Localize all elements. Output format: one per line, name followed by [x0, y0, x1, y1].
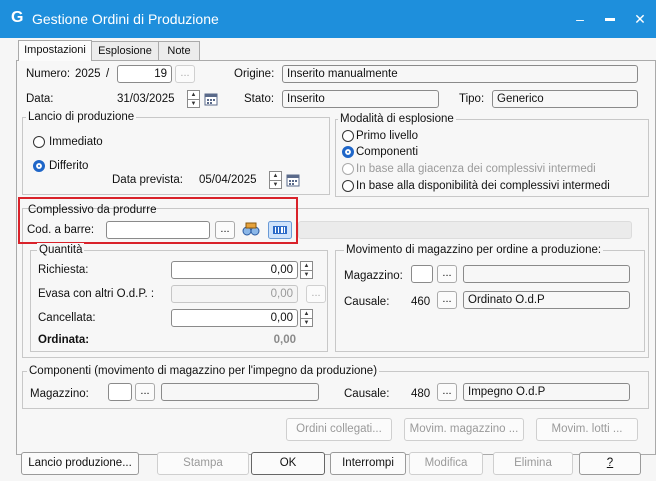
lancio-group-title: Lancio di produzione [26, 110, 137, 124]
tipo-field: Generico [492, 90, 638, 108]
richiesta-input[interactable]: 0,00 [171, 261, 298, 279]
radio-immediato[interactable] [33, 136, 45, 148]
origine-field: Inserito manualmente [282, 65, 638, 83]
radio-componenti-label[interactable]: Componenti [356, 144, 418, 160]
ordinata-value: 0,00 [273, 334, 296, 346]
componenti-causale-code[interactable]: 480 [411, 386, 430, 402]
tipo-label: Tipo: [459, 93, 485, 105]
radio-disponibilita-label[interactable]: In base alla disponibilità dei complessi… [356, 178, 610, 194]
numero-field[interactable]: 19 [117, 65, 172, 83]
data-prevista-spinner[interactable]: ▲ ▼ [269, 171, 282, 189]
movimento-magazzino-desc [463, 265, 630, 283]
data-prevista-label: Data prevista: [112, 174, 183, 186]
componenti-magazzino-lookup-button[interactable]: ... [135, 383, 155, 401]
data-label: Data: [26, 93, 54, 105]
minimize-button[interactable]: – [568, 7, 592, 31]
stato-label: Stato: [244, 93, 275, 105]
movimento-causale-desc: Ordinato O.d.P [463, 291, 630, 309]
movimento-causale-label: Causale: [344, 296, 390, 308]
search-binoculars-icon[interactable] [242, 220, 260, 238]
radio-differito[interactable] [33, 160, 45, 172]
movimento-causale-code[interactable]: 460 [411, 294, 430, 310]
calendar-icon[interactable] [204, 92, 218, 106]
movim-magazzino-button[interactable]: Movim. magazzino ... [404, 418, 524, 441]
radio-componenti[interactable] [342, 146, 354, 158]
numero-label: Numero: [26, 68, 71, 80]
close-button[interactable]: ✕ [628, 7, 652, 31]
componenti-magazzino-code[interactable] [108, 383, 132, 401]
tab-note[interactable]: Note [158, 41, 200, 61]
tab-impostazioni[interactable]: Impostazioni [18, 40, 92, 61]
evasa-field: 0,00 [171, 285, 298, 303]
lancio-produzione-button[interactable]: Lancio produzione... [21, 452, 139, 475]
movimento-magazzino-label: Magazzino: [344, 270, 403, 282]
origine-label: Origine: [234, 68, 275, 80]
main-window: G Gestione Ordini di Produzione – ▬ ✕ Im… [0, 0, 656, 481]
richiesta-spinner[interactable]: ▲ ▼ [300, 261, 313, 279]
data-spinner[interactable]: ▲ ▼ [187, 90, 200, 108]
movimento-group-title: Movimento di magazzino per ordine a prod… [344, 243, 604, 257]
movimento-causale-lookup-button[interactable]: ... [437, 291, 457, 309]
componenti-magazzino-desc [161, 383, 319, 401]
title-bar[interactable]: G Gestione Ordini di Produzione – ▬ ✕ [0, 0, 656, 38]
ordinata-label: Ordinata: [38, 334, 90, 346]
componenti-causale-label: Causale: [344, 388, 390, 400]
cancellata-label: Cancellata: [38, 312, 96, 324]
componenti-causale-desc: Impegno O.d.P [463, 383, 630, 401]
radio-primo-livello[interactable] [342, 130, 354, 142]
ordini-collegati-button[interactable]: Ordini collegati... [286, 418, 392, 441]
cancellata-input[interactable]: 0,00 [171, 309, 298, 327]
evasa-lookup-button[interactable]: ... [306, 285, 326, 303]
esplosione-group-title: Modalità di esplosione [338, 112, 456, 126]
modifica-button[interactable]: Modifica [409, 452, 483, 475]
radio-immediato-label[interactable]: Immediato [49, 134, 103, 150]
barcode-icon[interactable] [268, 221, 292, 239]
cancellata-spinner[interactable]: ▲ ▼ [300, 309, 313, 327]
movim-lotti-button[interactable]: Movim. lotti ... [536, 418, 638, 441]
window-title: Gestione Ordini di Produzione [32, 11, 219, 27]
componenti-group-title: Componenti (movimento di magazzino per l… [27, 364, 380, 378]
cod-barre-lookup-button[interactable]: ... [215, 221, 235, 239]
radio-giacenza[interactable] [342, 163, 354, 175]
numero-lookup-button[interactable]: ... [175, 65, 195, 83]
ok-button[interactable]: OK [251, 452, 325, 475]
numero-separator: / [106, 68, 110, 80]
evasa-label: Evasa con altri O.d.P. : [38, 288, 155, 300]
help-button[interactable]: ? [579, 452, 641, 475]
cod-barre-label: Cod. a barre: [27, 224, 95, 236]
numero-year: 2025 [75, 68, 101, 80]
componenti-magazzino-label: Magazzino: [30, 388, 89, 400]
complessivo-group-title: Complessivo da produrre [28, 204, 157, 216]
elimina-button[interactable]: Elimina [493, 452, 573, 475]
quantita-group-title: Quantità [37, 243, 85, 257]
maximize-button[interactable]: ▬ [598, 7, 622, 31]
data-value[interactable]: 31/03/2025 [117, 91, 175, 107]
movimento-magazzino-lookup-button[interactable]: ... [437, 265, 457, 283]
radio-giacenza-label[interactable]: In base alla giacenza dei complessivi in… [356, 161, 596, 177]
radio-differito-label[interactable]: Differito [49, 158, 88, 174]
radio-primo-livello-label[interactable]: Primo livello [356, 128, 418, 144]
stato-field: Inserito [282, 90, 439, 108]
complessivo-description [298, 221, 632, 239]
app-logo-icon: G [11, 9, 24, 26]
componenti-causale-lookup-button[interactable]: ... [437, 383, 457, 401]
tab-esplosione[interactable]: Esplosione [91, 41, 159, 61]
data-prevista-value[interactable]: 05/04/2025 [199, 172, 257, 188]
radio-disponibilita[interactable] [342, 180, 354, 192]
stampa-button[interactable]: Stampa [157, 452, 249, 475]
data-prevista-calendar-icon[interactable] [286, 173, 300, 187]
richiesta-label: Richiesta: [38, 264, 89, 276]
movimento-magazzino-code[interactable] [411, 265, 433, 283]
interrompi-button[interactable]: Interrompi [330, 452, 406, 475]
cod-barre-input[interactable] [106, 221, 210, 239]
